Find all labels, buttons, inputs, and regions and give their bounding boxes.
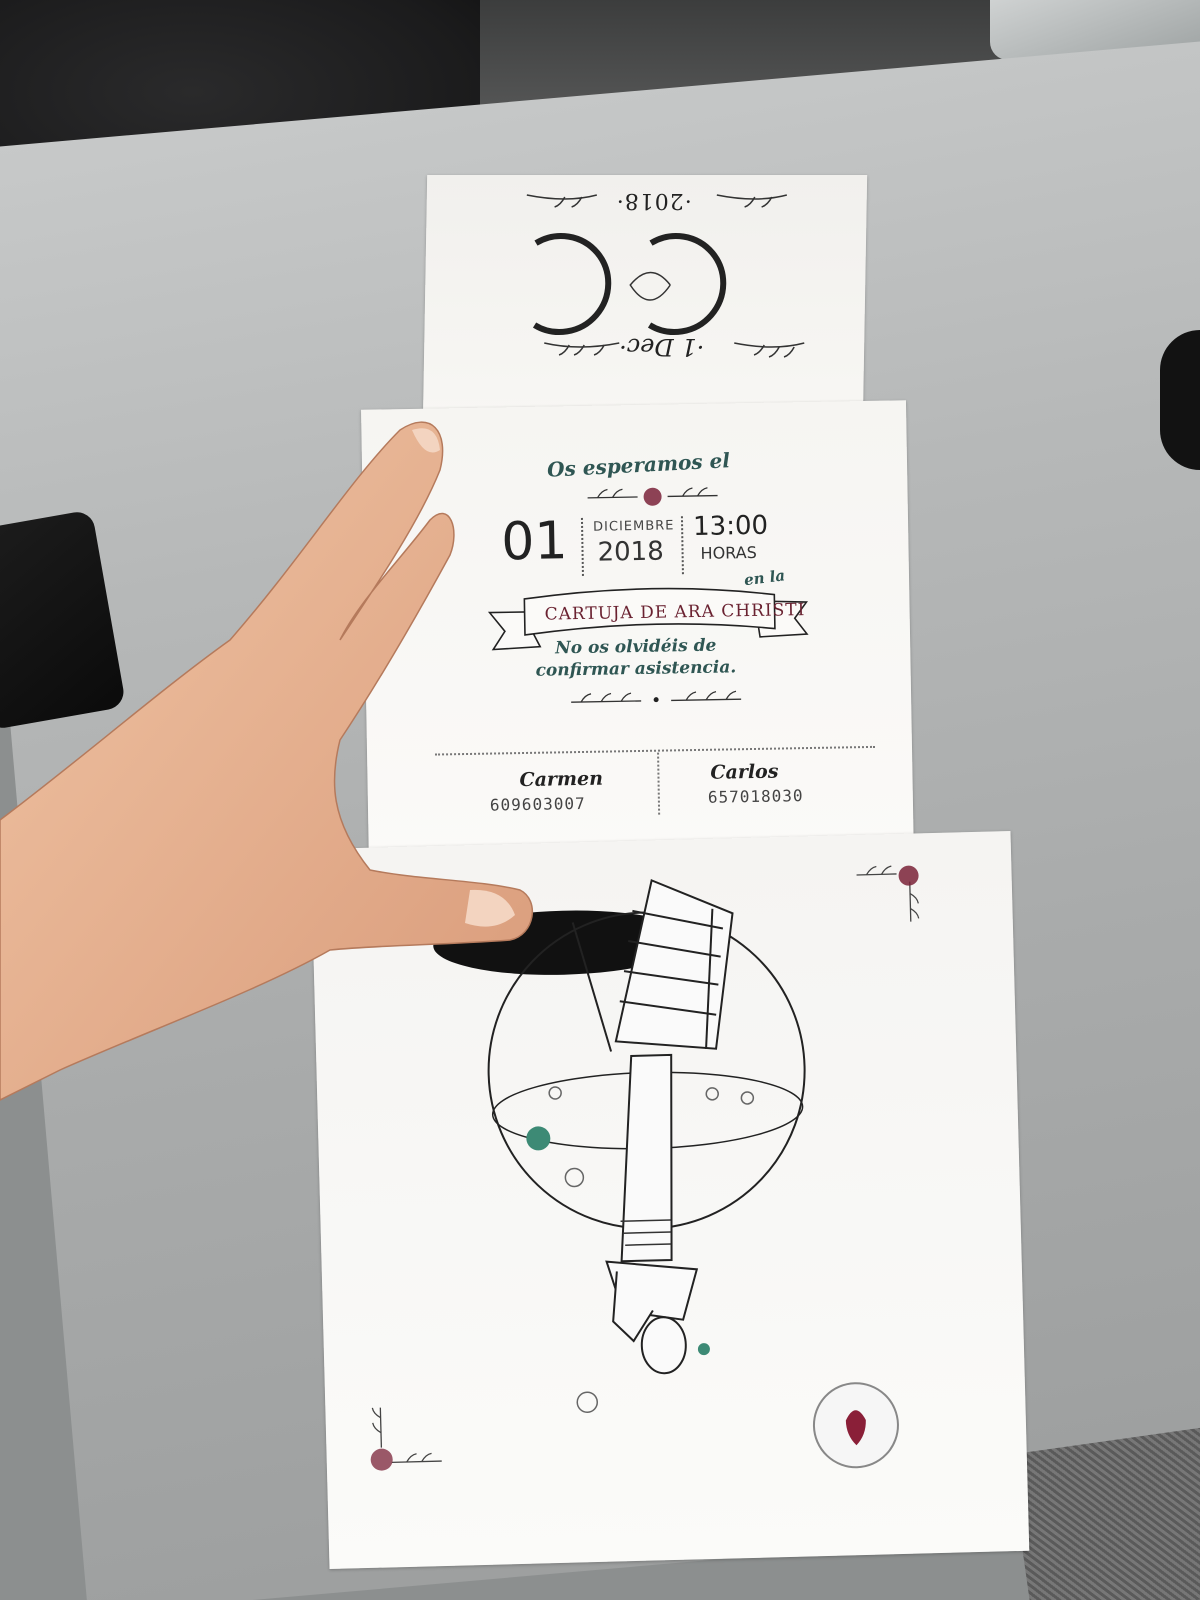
couple-figure <box>605 1053 699 1375</box>
contact-phone-2: 657018030 <box>707 786 804 807</box>
event-time-unit: HORAS <box>700 542 757 563</box>
carpet-corner <box>1009 1426 1200 1600</box>
date-month: DICIEMBRE <box>592 518 675 535</box>
monogram-year: ·2018· <box>615 188 692 213</box>
contacts-separator <box>657 752 661 815</box>
date-year: 2018 <box>597 536 664 568</box>
illustration-panel <box>310 830 1030 1570</box>
floral-divider-top <box>587 487 718 506</box>
contact-name-1: Carmen <box>519 767 604 792</box>
floral-divider-bottom <box>571 690 742 703</box>
dark-object <box>1160 330 1200 470</box>
contacts-divider <box>435 745 876 756</box>
teal-bubble-2 <box>697 1343 710 1356</box>
couple-illustration <box>370 865 920 1471</box>
date-separator-2 <box>680 516 684 575</box>
monogram-date: ·1 Dec· <box>618 333 705 361</box>
details-panel: Os esperamos el 01 DICIEMBRE 2018 13:00 … <box>361 400 914 870</box>
monogram-panel: ·1 Dec· ·2018· CC <box>422 175 868 425</box>
date-separator-1 <box>580 517 584 576</box>
monogram-content: ·1 Dec· ·2018· CC <box>423 175 867 425</box>
reminder-line-2: confirmar asistencia. <box>535 657 737 681</box>
contact-phone-1: 609603007 <box>489 793 586 815</box>
invite-heading: Os esperamos el <box>546 448 731 482</box>
event-time: 13:00 <box>692 510 769 543</box>
teal-bubble-1 <box>526 1126 551 1151</box>
date-day: 01 <box>500 511 569 573</box>
contact-name-2: Carlos <box>710 760 779 784</box>
photo-scene: ·1 Dec· ·2018· CC Os esperamos el 01 DIC… <box>0 0 1200 1600</box>
reminder-line-1: No os olvidéis de <box>555 635 717 659</box>
